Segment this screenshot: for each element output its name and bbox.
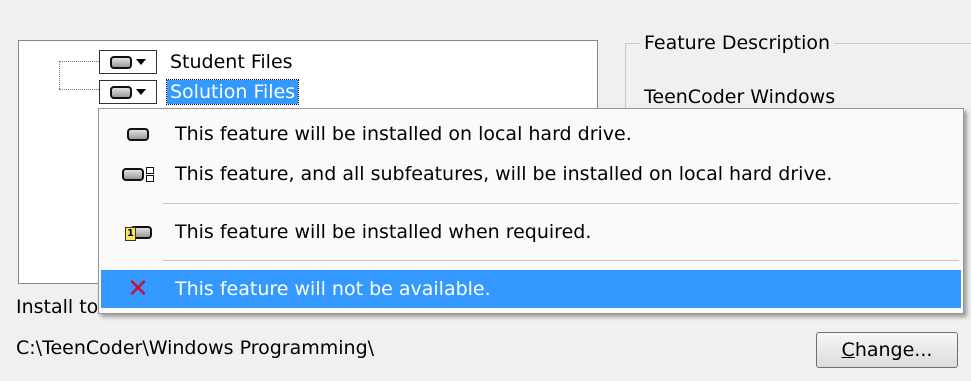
tree-item-label[interactable]: Student Files [167,50,296,74]
menu-item-install-all-local[interactable]: This feature, and all subfeatures, will … [101,155,961,193]
install-to-label: Install to: [16,296,105,318]
subfeatures-icon [146,166,154,182]
menu-item-install-local[interactable]: This feature will be installed on local … [101,115,961,153]
tree-item-student-files[interactable]: Student Files [99,49,296,75]
install-state-dropdown-solution[interactable] [99,80,157,104]
hard-drive-icon [127,127,149,141]
change-button-label: hange... [854,339,933,361]
tree-connector-vertical [59,61,60,89]
feature-description-text: TeenCoder Windows [644,86,836,108]
install-on-demand-icon: 1 [125,224,152,241]
red-x-icon: ✕ [127,274,149,304]
menu-item-label: This feature will not be available. [175,278,491,300]
install-path: C:\TeenCoder\Windows Programming\ [16,337,375,359]
change-accelerator: C [841,339,855,361]
menu-separator [163,203,959,204]
change-button[interactable]: Change... [816,332,958,368]
menu-item-label: This feature, and all subfeatures, will … [175,163,833,185]
hard-drive-icon [110,55,132,69]
install-state-dropdown-student[interactable] [99,50,157,74]
feature-description-title: Feature Description [640,32,835,54]
install-state-menu[interactable]: This feature will be installed on local … [98,108,964,314]
hard-drive-icon [110,85,132,99]
menu-item-label: This feature will be installed on local … [175,123,632,145]
menu-item-label: This feature will be installed when requ… [175,221,592,243]
tree-connector-top [59,61,99,62]
dropdown-arrow-icon [136,89,146,95]
tree-item-label-selected[interactable]: Solution Files [165,79,300,105]
menu-item-not-available[interactable]: ✕ This feature will not be available. [101,270,961,308]
menu-separator [163,260,959,261]
menu-item-install-when-required[interactable]: 1 This feature will be installed when re… [101,213,961,251]
tree-connector-bottom [59,89,99,90]
hard-drive-icon [122,167,144,181]
tree-item-solution-files[interactable]: Solution Files [99,79,300,105]
dropdown-arrow-icon [136,59,146,65]
